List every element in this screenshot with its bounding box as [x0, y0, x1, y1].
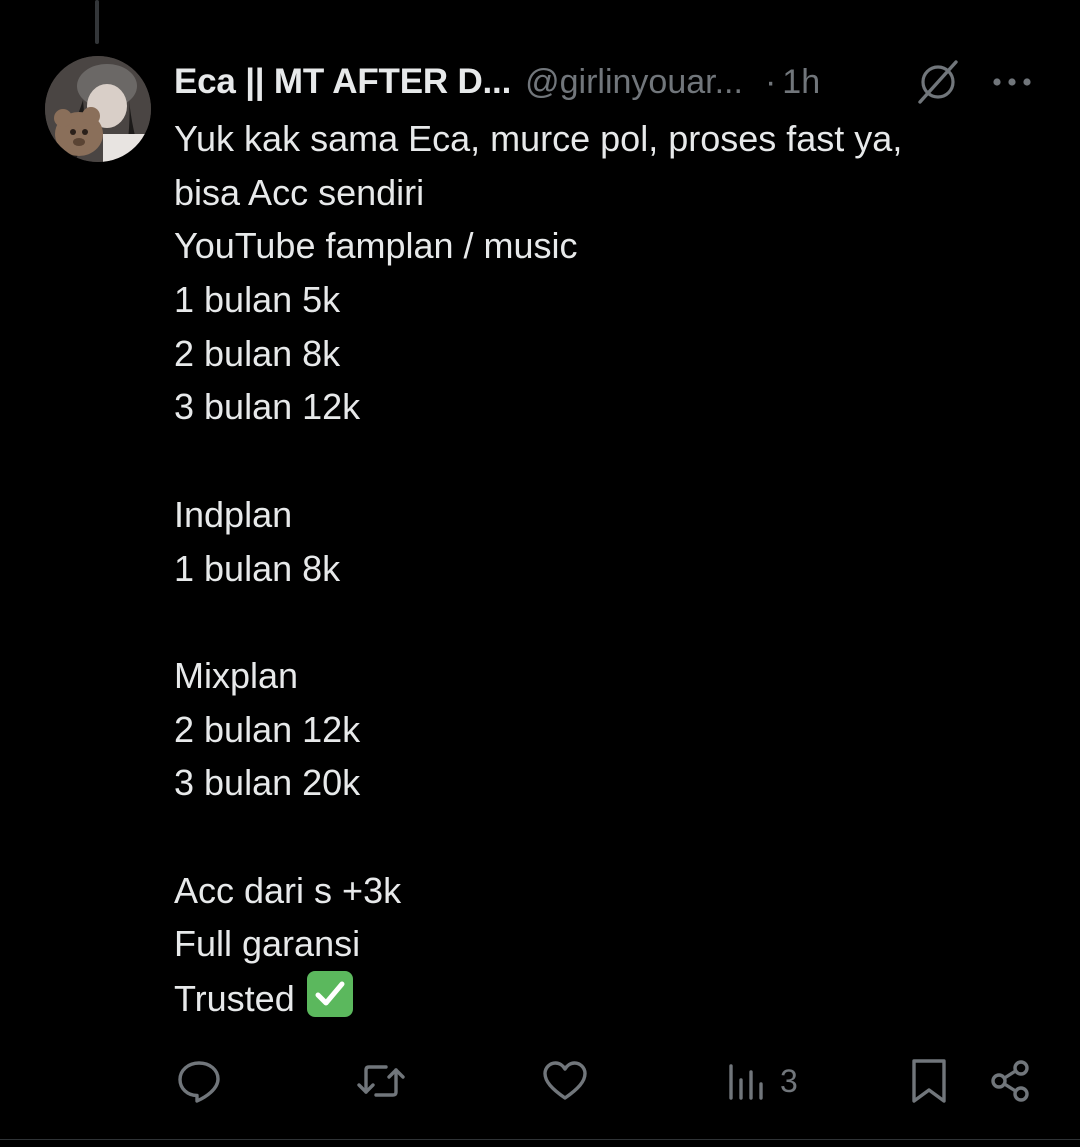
tweet-line: 3 bulan 12k	[174, 386, 361, 428]
tweet-line: 3 bulan 20k	[174, 762, 361, 804]
check-mark-button-emoji-icon	[306, 971, 353, 1017]
avatar[interactable]	[45, 56, 151, 162]
tweet-last-line: Trusted	[174, 971, 1054, 1025]
like-button[interactable]	[542, 1055, 588, 1107]
tweet-line: Indplan	[174, 493, 293, 535]
thread-connector-line	[95, 0, 99, 44]
author-handle[interactable]: @girlinyouar...	[525, 63, 743, 102]
views-chart-icon	[729, 1064, 763, 1100]
tweet-line: Trusted	[174, 978, 295, 1019]
views-button[interactable]: 3	[726, 1055, 798, 1107]
share-icon	[991, 1060, 1029, 1102]
tweet-action-bar: 3	[0, 1055, 1080, 1111]
tweet-timestamp[interactable]: 1h	[782, 63, 820, 102]
tweet-line: 1 bulan 5k	[174, 279, 341, 321]
retweet-icon	[357, 1065, 405, 1097]
bookmark-icon	[912, 1059, 946, 1103]
tweet-line: Mixplan	[174, 654, 299, 696]
retweet-button[interactable]	[356, 1055, 406, 1107]
author-display-name[interactable]: Eca || MT AFTER D...	[174, 62, 511, 102]
bookmark-button[interactable]	[908, 1055, 950, 1107]
tweet-divider	[0, 1139, 1080, 1140]
heart-icon	[543, 1061, 587, 1100]
header-separator: ·	[764, 62, 777, 101]
reply-icon	[178, 1061, 220, 1103]
share-button[interactable]	[988, 1055, 1034, 1107]
tweet-line: bisa Acc sendiri	[174, 171, 425, 213]
tweet-line: 1 bulan 8k	[174, 547, 341, 589]
reply-button[interactable]	[176, 1055, 222, 1107]
tweet-line: Yuk kak sama Eca, murce pol, proses fast…	[174, 118, 903, 159]
tweet-line: Full garansi	[174, 923, 361, 965]
views-count: 3	[780, 1062, 798, 1099]
tweet-line: 2 bulan 8k	[174, 332, 341, 374]
tweet-line: YouTube famplan / music	[174, 225, 578, 267]
tweet-line: Acc dari s +3k	[174, 869, 402, 911]
tweet-line: 2 bulan 12k	[174, 708, 361, 750]
more-options-icon[interactable]	[988, 62, 1036, 102]
tweet-text: Yuk kak sama Eca, murce pol, proses fast…	[174, 112, 1054, 1025]
avatar-photo-icon	[45, 56, 151, 162]
grok-icon[interactable]	[914, 58, 962, 106]
